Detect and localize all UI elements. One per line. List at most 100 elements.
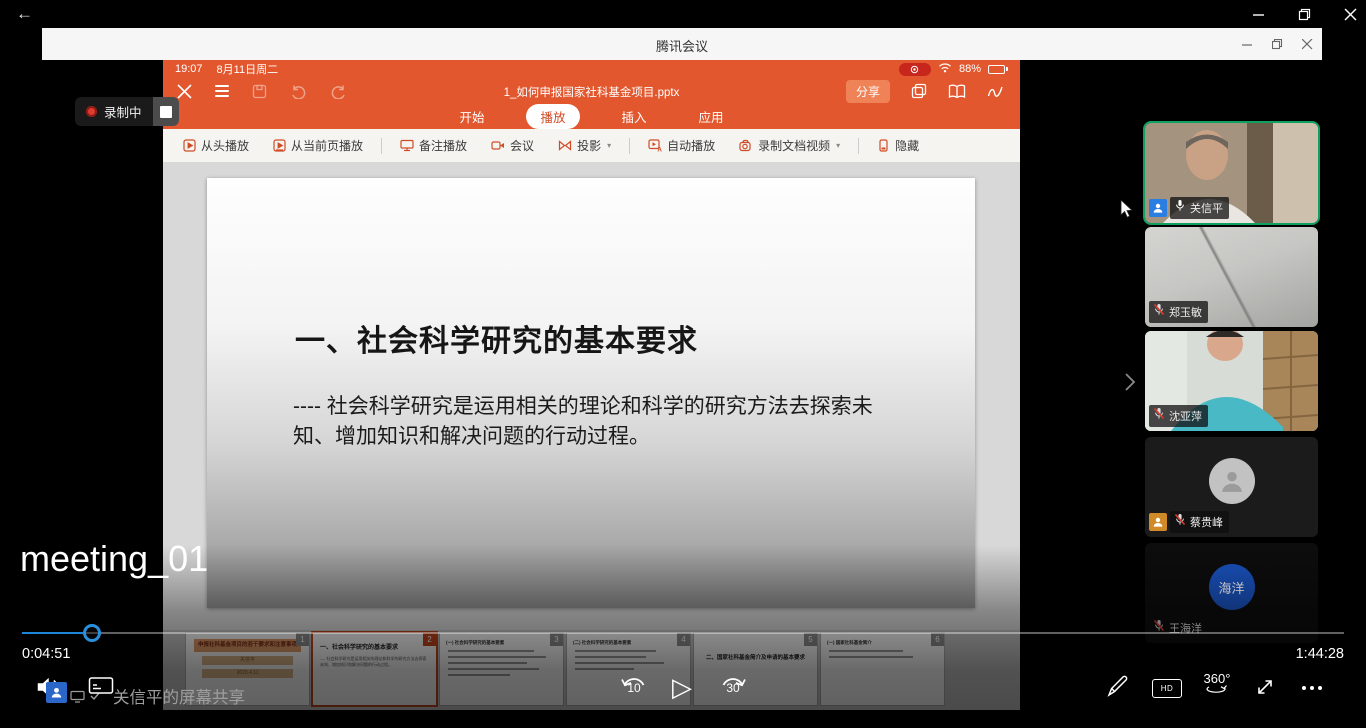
status-time: 19:07: [175, 63, 203, 75]
participant-name: 蔡贵峰: [1190, 514, 1223, 530]
fullscreen-button[interactable]: [1254, 676, 1276, 698]
mouse-cursor: [1120, 200, 1135, 225]
avatar-initials: 海洋: [1209, 564, 1255, 610]
mic-on-icon: [1174, 199, 1186, 217]
hide-button[interactable]: 隐藏: [877, 137, 919, 154]
forward-30-button[interactable]: 30: [718, 672, 748, 695]
slide-number-badge: 4: [677, 633, 690, 646]
slide-thumbnail-strip: 申报社科基金项目的若干要求和注意事项 关信平 2020.4.11 1 一、社会科…: [163, 630, 1020, 710]
play-button[interactable]: ▷: [672, 674, 692, 700]
read-mode-icon[interactable]: [948, 84, 966, 99]
video-title: meeting_01: [20, 538, 208, 580]
svg-text:A: A: [658, 148, 663, 153]
restore-icon[interactable]: [1296, 6, 1312, 22]
more-options-button[interactable]: [1302, 686, 1322, 690]
annotate-button[interactable]: [1106, 674, 1130, 698]
recording-dot-icon: [86, 106, 97, 117]
project-icon: [558, 139, 572, 152]
recording-badge: 录制中: [75, 97, 179, 126]
participant-tile-shenyaping[interactable]: 沈亚萍: [1145, 331, 1318, 431]
progress-fill: [22, 632, 83, 634]
battery-icon: [988, 65, 1008, 74]
record-doc-video-button[interactable]: 录制文档视频 ▾: [739, 137, 840, 154]
notes-play-icon: [400, 139, 414, 152]
participant-tile-guanxinping[interactable]: 关信平: [1145, 123, 1318, 223]
battery-percent: 88%: [959, 63, 981, 75]
slide-number-badge: 2: [423, 633, 436, 646]
slide-title: 一、社会科学研究的基本要求: [295, 316, 698, 360]
participant-name: 郑玉敏: [1169, 304, 1202, 320]
slide-thumbnail-6[interactable]: (一) 国家社科基金简介 6: [821, 633, 944, 705]
tab-start[interactable]: 开始: [449, 104, 494, 129]
participant-name: 关信平: [1190, 200, 1223, 216]
slide-number-badge: 1: [296, 633, 309, 646]
slide-thumbnail-2[interactable]: 一、社会科学研究的基本要求 ---- 社会科学研究是运用相关的理论和科学的研究方…: [313, 633, 436, 705]
toolbar-divider: [381, 138, 382, 154]
rotate-arc-icon: [1205, 685, 1229, 694]
progress-handle[interactable]: [83, 624, 101, 642]
play-toolbar: 从头播放 从当前页播放 备注播放 会议 投影 ▾ A: [163, 129, 1020, 163]
meeting-icon: [491, 139, 505, 152]
quality-button[interactable]: HD: [1152, 679, 1182, 698]
tab-insert[interactable]: 插入: [612, 104, 657, 129]
meeting-restore-icon[interactable]: [1270, 37, 1284, 51]
pencil-icon: [1106, 674, 1130, 698]
slide-number-badge: 3: [550, 633, 563, 646]
sidebar-expand-chevron-icon[interactable]: [1122, 370, 1138, 399]
slide-thumbnail-5[interactable]: 二、国家社科基金简介及申请的基本要求 5: [694, 633, 817, 705]
ink-pen-icon[interactable]: [987, 84, 1004, 99]
share-button[interactable]: 分享: [846, 80, 890, 103]
record-doc-video-icon: [739, 139, 753, 152]
meeting-close-icon[interactable]: [1300, 37, 1314, 51]
autoplay-icon: A: [648, 139, 662, 152]
play-from-current-button[interactable]: 从当前页播放: [273, 137, 363, 154]
dropdown-caret-icon: ▾: [836, 141, 840, 150]
back-arrow-icon[interactable]: ←: [16, 4, 33, 24]
member-badge-icon: [1149, 199, 1167, 217]
toolbar-divider: [858, 138, 859, 154]
autoplay-button[interactable]: A 自动播放: [648, 137, 715, 154]
device-status-bar: 19:07 8月11日周二 88%: [163, 60, 1020, 78]
progress-track[interactable]: [22, 632, 1344, 634]
mic-muted-icon: [1153, 407, 1165, 425]
monitor-icon: [70, 690, 85, 703]
meeting-window-titlebar: 腾讯会议: [42, 28, 1322, 60]
desktop-top-bar: ←: [0, 0, 1366, 28]
mic-muted-icon: [1174, 513, 1186, 531]
avatar-placeholder-icon: [1209, 458, 1255, 504]
toolbar-divider: [629, 138, 630, 154]
tab-apps[interactable]: 应用: [689, 104, 734, 129]
screen-share-label: 关信平的屏幕共享: [113, 684, 245, 708]
subtitles-button[interactable]: [88, 675, 114, 697]
hide-icon: [877, 139, 890, 152]
tab-play[interactable]: 播放: [526, 104, 579, 129]
host-badge-icon: [1149, 513, 1167, 531]
rotate-360-button[interactable]: 360°: [1200, 672, 1234, 694]
total-time: 1:44:28: [1296, 646, 1344, 662]
play-from-start-button[interactable]: 从头播放: [183, 137, 249, 154]
participant-tile-wanghaiyang[interactable]: 海洋 王海洋: [1145, 543, 1318, 643]
participant-tile-caiguifeng[interactable]: 蔡贵峰: [1145, 437, 1318, 537]
play-icon: ▷: [672, 674, 692, 700]
recording-label: 录制中: [104, 102, 142, 121]
copy-pages-icon[interactable]: [911, 83, 927, 99]
dropdown-caret-icon: ▾: [607, 141, 611, 150]
minimize-icon[interactable]: [1250, 6, 1266, 22]
meeting-button[interactable]: 会议: [491, 137, 534, 154]
participant-name: 沈亚萍: [1169, 408, 1202, 424]
subtitles-icon: [88, 675, 114, 697]
fullscreen-icon: [1254, 676, 1276, 698]
slide-thumbnail-3[interactable]: (一) 社会科学研究的基本要素 3: [440, 633, 563, 705]
notes-play-button[interactable]: 备注播放: [400, 137, 467, 154]
ppt-ribbon: 1_如何申报国家社科基金项目.pptx 分享: [163, 78, 1020, 104]
meeting-minimize-icon[interactable]: [1240, 37, 1254, 51]
project-button[interactable]: 投影 ▾: [558, 137, 611, 154]
close-icon[interactable]: [1342, 6, 1358, 22]
stop-recording-button[interactable]: [153, 97, 179, 126]
ribbon-tabs: 开始 播放 插入 应用: [163, 104, 1020, 129]
meeting-window-title: 腾讯会议: [42, 36, 1322, 55]
slide-canvas: 一、社会科学研究的基本要求 ---- 社会科学研究是运用相关的理论和科学的研究方…: [163, 162, 1020, 630]
current-slide[interactable]: 一、社会科学研究的基本要求 ---- 社会科学研究是运用相关的理论和科学的研究方…: [207, 178, 975, 608]
rewind-10-button[interactable]: 10: [619, 672, 649, 695]
participant-tile-zhengyumin[interactable]: 郑玉敏: [1145, 227, 1318, 327]
